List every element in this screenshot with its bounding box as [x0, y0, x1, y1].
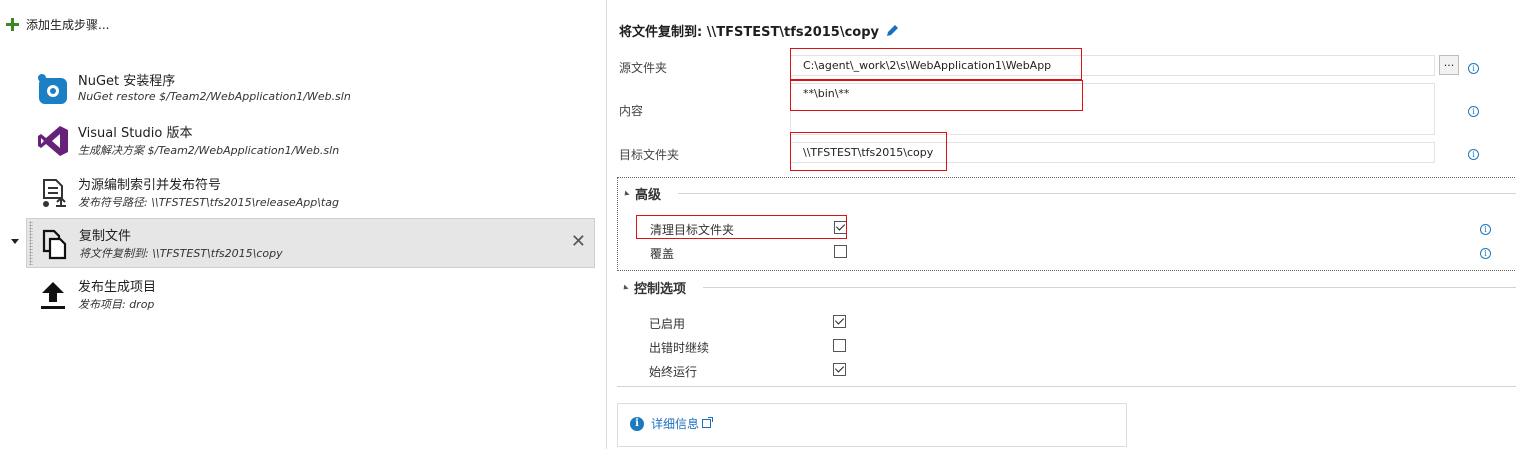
overwrite-checkbox[interactable] [834, 245, 847, 258]
task-visual-studio-build[interactable]: Visual Studio 版本 生成解决方案 $/Team2/WebAppli… [26, 116, 595, 166]
contents-label: 内容 [619, 104, 644, 118]
more-info-panel: i 详细信息 [617, 403, 1127, 447]
source-folder-label: 源文件夹 [619, 61, 668, 75]
collapse-triangle-icon [622, 189, 630, 198]
nuget-icon [36, 72, 70, 106]
task-settings-pane: 将文件复制到: \\TFSTEST\tfs2015\copy 源文件夹 ... … [607, 0, 1516, 449]
enabled-label: 已启用 [649, 317, 686, 331]
task-title: 将文件复制到: \\TFSTEST\tfs2015\copy [619, 21, 899, 40]
control-options-toggle[interactable]: 控制选项 [621, 278, 687, 297]
task-summary: NuGet restore $/Team2/WebApplication1/We… [78, 90, 351, 103]
control-options-section: 控制选项 已启用 出错时继续 始终运行 [617, 278, 1516, 387]
browse-button[interactable]: ... [1439, 55, 1459, 75]
task-copy-files[interactable]: 复制文件 将文件复制到: \\TFSTEST\tfs2015\copy ✕ [26, 218, 595, 268]
advanced-heading: 高级 [635, 188, 662, 203]
collapse-triangle-icon [621, 283, 629, 292]
task-index-publish-symbols[interactable]: 为源编制索引并发布符号 发布符号路径: \\TFSTEST\tfs2015\re… [26, 168, 595, 218]
continue-on-error-label: 出错时继续 [649, 341, 710, 355]
task-name: 为源编制索引并发布符号 [78, 178, 222, 193]
highlight-box [790, 132, 947, 171]
task-title-text: 将文件复制到: \\TFSTEST\tfs2015\copy [619, 25, 880, 40]
divider [678, 193, 1516, 194]
drag-handle-icon[interactable] [29, 221, 33, 265]
task-summary: 生成解决方案 $/Team2/WebApplication1/Web.sln [78, 144, 340, 157]
upload-arrow-icon [36, 278, 70, 312]
add-build-step-button[interactable]: 添加生成步骤... [6, 16, 109, 33]
control-options-heading: 控制选项 [634, 282, 687, 297]
copy-files-icon [37, 227, 71, 261]
target-folder-label: 目标文件夹 [619, 148, 680, 162]
task-name: 复制文件 [79, 229, 132, 244]
always-run-checkbox[interactable] [833, 363, 846, 376]
expand-caret-icon [11, 239, 19, 244]
highlight-box [790, 80, 1083, 111]
info-icon[interactable]: i [1480, 224, 1491, 235]
always-run-label: 始终运行 [649, 365, 698, 379]
divider [703, 287, 1516, 288]
info-icon[interactable]: i [1480, 248, 1491, 259]
build-steps-pane: 添加生成步骤... NuGet 安装程序 NuGet restore $/Tea… [0, 0, 607, 449]
info-icon[interactable]: i [1468, 63, 1479, 74]
info-icon[interactable]: i [1468, 106, 1479, 117]
advanced-section: 高级 清理目标文件夹 i 覆盖 i [617, 177, 1516, 271]
highlight-box [790, 48, 1082, 80]
highlight-box [636, 215, 847, 239]
task-publish-artifacts[interactable]: 发布生成项目 发布项目: drop [26, 270, 595, 320]
enabled-checkbox[interactable] [833, 315, 846, 328]
info-icon[interactable]: i [1468, 149, 1479, 160]
task-summary: 将文件复制到: \\TFSTEST\tfs2015\copy [79, 247, 283, 260]
external-link-icon [702, 417, 714, 428]
remove-task-close-icon[interactable]: ✕ [571, 231, 586, 252]
visual-studio-icon [36, 124, 70, 158]
publish-symbols-icon [36, 176, 70, 210]
plus-icon [6, 18, 19, 31]
add-build-step-label: 添加生成步骤... [26, 18, 110, 32]
info-circle-icon: i [630, 416, 644, 431]
more-info-label: 详细信息 [651, 417, 700, 431]
more-info-link[interactable]: i 详细信息 [630, 415, 714, 432]
task-summary: 发布符号路径: \\TFSTEST\tfs2015\releaseApp\tag [78, 196, 339, 209]
task-nuget-installer[interactable]: NuGet 安装程序 NuGet restore $/Team2/WebAppl… [26, 64, 595, 114]
continue-on-error-checkbox[interactable] [833, 339, 846, 352]
overwrite-label: 覆盖 [650, 247, 675, 261]
task-name: NuGet 安装程序 [78, 74, 176, 89]
task-name: Visual Studio 版本 [78, 126, 193, 141]
advanced-section-toggle[interactable]: 高级 [622, 184, 662, 203]
task-summary: 发布项目: drop [78, 298, 155, 311]
task-name: 发布生成项目 [78, 280, 157, 295]
edit-pencil-icon[interactable] [885, 24, 899, 38]
